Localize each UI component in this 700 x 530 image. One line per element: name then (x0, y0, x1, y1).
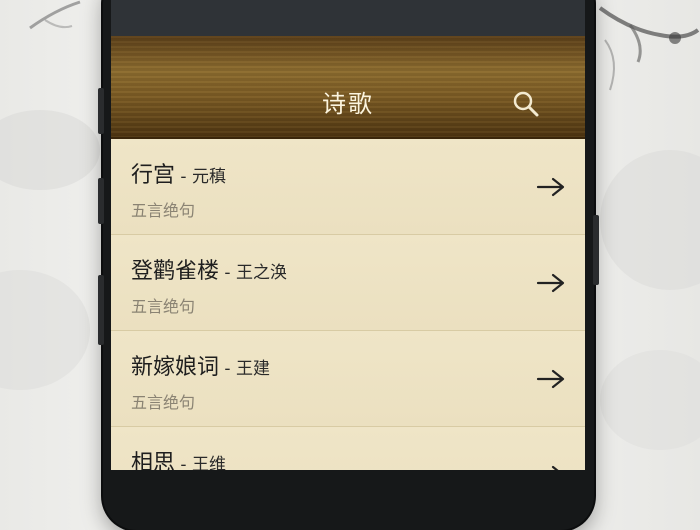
poem-form: 五言绝句 (131, 297, 196, 316)
ink-painting-left (0, 0, 100, 390)
poem-author: 元稹 (191, 167, 226, 187)
poem-form: 五言绝句 (131, 201, 196, 220)
phone-side-button (98, 275, 104, 345)
item-title: 行宫 - 元稹 (131, 163, 226, 188)
app-screen: 诗歌 行宫 - 元稹 五言绝句 登鹳雀楼 - 王之涣 五言绝句 新嫁娘词 - 王… (111, 0, 585, 470)
arrow-right-icon (536, 273, 565, 293)
poem-author: 王维 (191, 455, 226, 470)
list-item[interactable]: 登鹳雀楼 - 王之涣 五言绝句 (111, 235, 585, 331)
list-item[interactable]: 行宫 - 元稹 五言绝句 (111, 139, 585, 235)
poem-name: 新嫁娘词 (131, 355, 220, 380)
item-title: 新嫁娘词 - 王建 (131, 355, 270, 380)
app-header: 诗歌 (111, 36, 585, 139)
arrow-right-icon (536, 369, 565, 389)
poem-name: 相思 (131, 451, 176, 470)
status-bar (111, 0, 585, 36)
phone-side-button (593, 215, 599, 285)
arrow-right-icon (551, 465, 559, 470)
phone-side-button (98, 178, 104, 224)
ink-painting-right (598, 6, 700, 450)
search-icon (513, 91, 539, 117)
list-item[interactable]: 新嫁娘词 - 王建 五言绝句 (111, 331, 585, 427)
phone-side-button (98, 88, 104, 134)
list-item[interactable]: 相思 - 王维 (111, 427, 585, 470)
poem-form: 五言绝句 (131, 393, 196, 412)
poem-author: 王之涣 (235, 263, 287, 283)
poem-list: 行宫 - 元稹 五言绝句 登鹳雀楼 - 王之涣 五言绝句 新嫁娘词 - 王建 五… (111, 139, 585, 470)
item-title: 登鹳雀楼 - 王之涣 (131, 259, 287, 284)
search-button[interactable] (510, 88, 542, 120)
poem-name: 行宫 (131, 163, 176, 188)
arrow-right-icon (536, 177, 565, 197)
item-title: 相思 - 王维 (131, 445, 226, 470)
poem-name: 登鹳雀楼 (131, 259, 220, 284)
poem-author: 王建 (235, 359, 270, 379)
